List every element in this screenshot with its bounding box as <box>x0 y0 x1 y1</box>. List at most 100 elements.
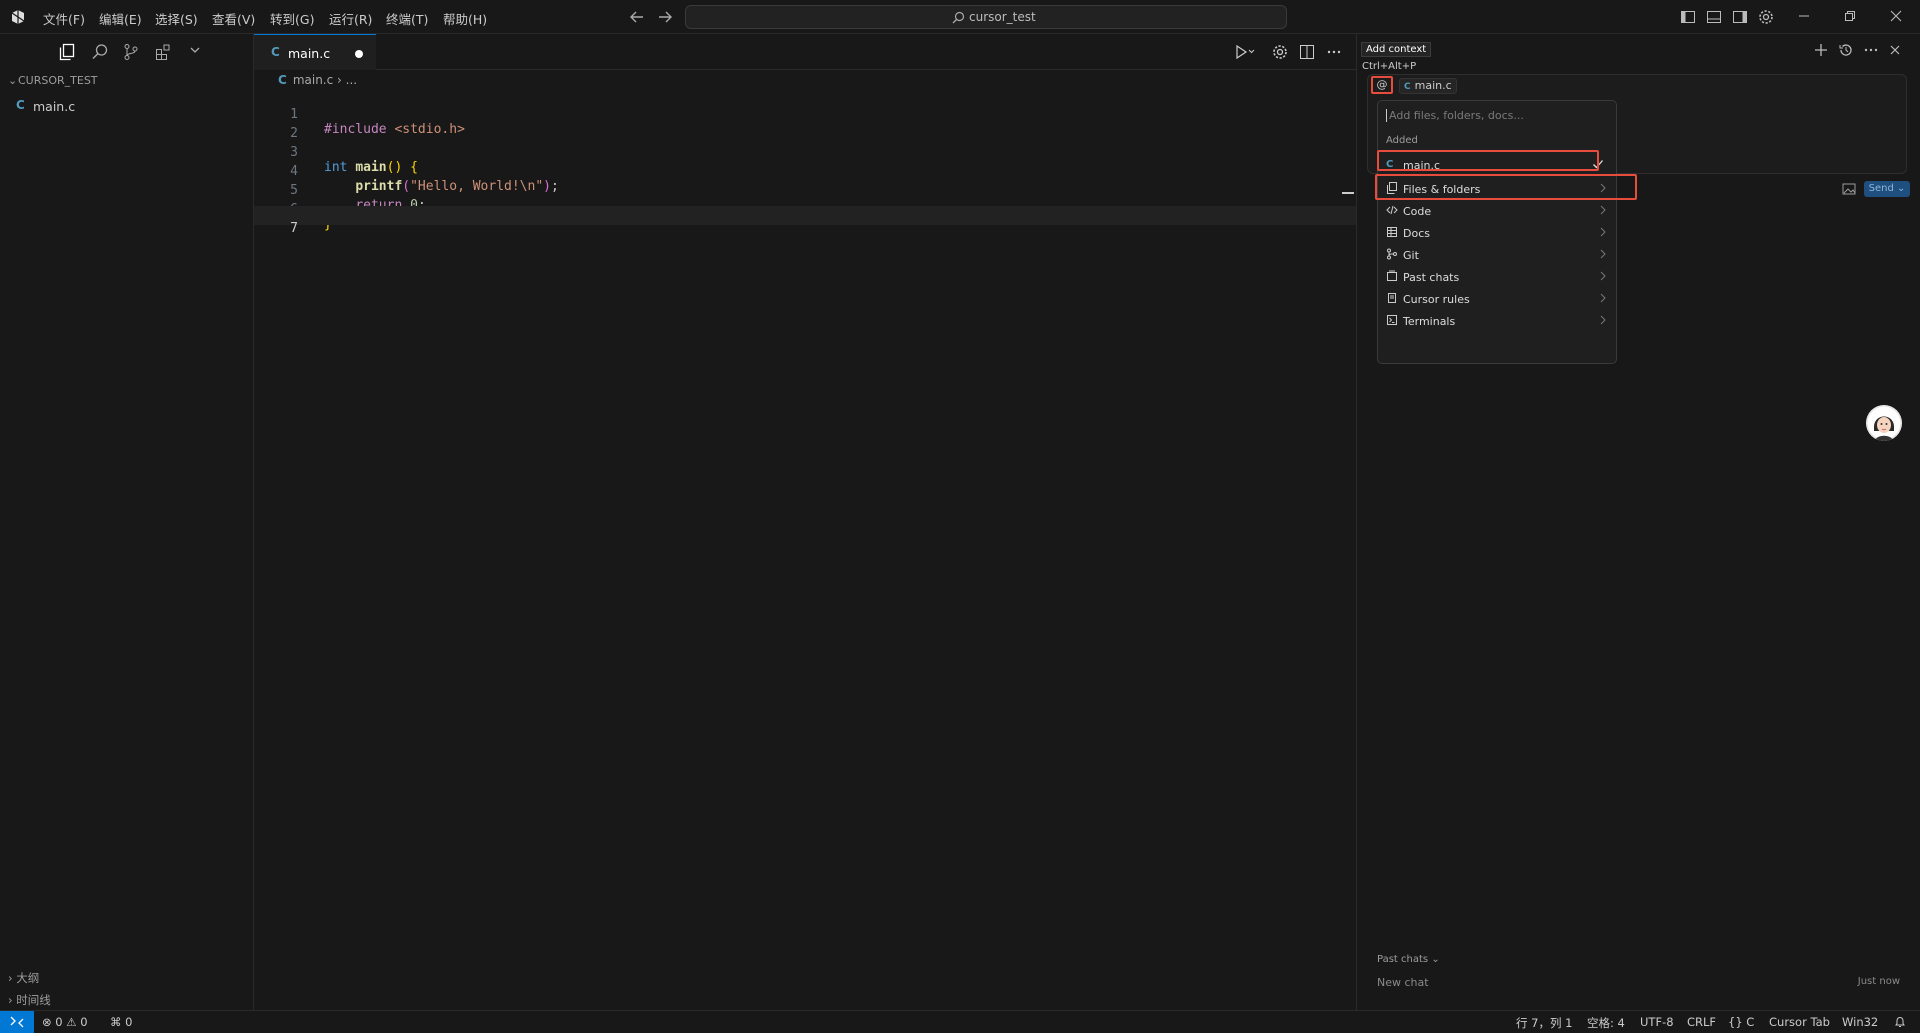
close-icon[interactable] <box>1887 42 1903 58</box>
git-icon <box>1386 248 1398 260</box>
menu-file[interactable]: 文件(F) <box>43 9 85 28</box>
split-editor-icon[interactable] <box>1299 44 1315 60</box>
menu-item-label: Git <box>1403 249 1419 262</box>
encoding[interactable]: UTF-8 <box>1640 1015 1674 1029</box>
menu-item-git[interactable]: Git <box>1378 244 1616 266</box>
add-context-button[interactable]: @ <box>1371 76 1393 94</box>
avatar[interactable] <box>1866 405 1902 441</box>
code-line[interactable]: 2 <box>254 111 1356 141</box>
menu-view[interactable]: 查看(V) <box>212 9 255 28</box>
cursor-logo-icon <box>10 9 26 25</box>
code-line[interactable]: 5 return 0; <box>254 168 1356 213</box>
code-line[interactable]: 3 int main() { <box>254 130 1356 175</box>
more-actions-icon[interactable] <box>1863 42 1879 58</box>
chevron-down-icon[interactable] <box>188 43 202 57</box>
ports-indicator[interactable]: ⌘ 0 <box>110 1015 132 1029</box>
forward-arrow-icon[interactable] <box>656 8 674 26</box>
command-center-search[interactable]: cursor_test <box>685 5 1287 29</box>
code-line[interactable]: 6 } <box>254 187 1356 232</box>
past-chat-item[interactable]: New chat <box>1377 976 1429 989</box>
outline-section[interactable]: › 大纲 <box>8 970 39 986</box>
cursor-position[interactable]: 行 7，列 1 <box>1516 1015 1572 1031</box>
new-chat-plus-icon[interactable] <box>1813 42 1829 58</box>
context-search-input[interactable]: Add files, folders, docs... <box>1386 109 1524 122</box>
explorer-folder-header[interactable]: ⌄CURSOR_TEST <box>8 74 98 87</box>
run-debug-icon[interactable] <box>1234 44 1256 60</box>
docs-icon <box>1386 226 1398 238</box>
breadcrumb[interactable]: Cmain.c › ... <box>278 73 357 87</box>
chevron-down-icon: ⌄ <box>1896 183 1906 194</box>
overview-ruler-marker <box>1342 192 1354 194</box>
close-window-icon[interactable] <box>1889 9 1903 23</box>
cursor-tab-indicator[interactable]: Cursor Tab <box>1769 1015 1830 1029</box>
file-name: main.c <box>33 99 76 114</box>
toggle-primary-sidebar-icon[interactable] <box>1680 9 1696 25</box>
indentation[interactable]: 空格: 4 <box>1587 1015 1625 1031</box>
breadcrumb-file[interactable]: main.c <box>293 73 333 87</box>
error-icon: ⊗ <box>42 1015 52 1029</box>
code-line[interactable]: 4 printf("Hello, World!\n"); <box>254 149 1356 194</box>
menu-item-docs[interactable]: Docs <box>1378 222 1616 244</box>
menu-item-cursor-rules[interactable]: Cursor rules <box>1378 288 1616 310</box>
notifications-bell-icon[interactable] <box>1894 1015 1906 1028</box>
send-button[interactable]: Send ⌄ <box>1864 181 1910 197</box>
unsaved-dot-icon[interactable] <box>355 50 363 58</box>
explorer-files-icon[interactable] <box>58 43 76 61</box>
past-chats-toggle[interactable]: Past chats ⌄ <box>1377 954 1440 965</box>
folder-name: CURSOR_TEST <box>18 74 98 87</box>
chevron-down-icon: ⌄ <box>1431 954 1440 965</box>
chevron-right-icon <box>1598 270 1608 282</box>
chevron-down-icon: ⌄ <box>8 74 18 87</box>
history-icon[interactable] <box>1838 42 1854 58</box>
platform[interactable]: Win32 <box>1842 1015 1878 1029</box>
settings-gear-icon[interactable] <box>1272 44 1288 60</box>
menu-help[interactable]: 帮助(H) <box>443 9 487 28</box>
menu-edit[interactable]: 编辑(E) <box>99 9 142 28</box>
extensions-icon[interactable] <box>154 43 172 61</box>
tab-main-c[interactable]: C main.c <box>254 34 376 70</box>
chevron-right-icon <box>1598 248 1608 260</box>
cursor-rules-icon <box>1386 292 1398 304</box>
c-file-icon: C <box>1404 82 1411 92</box>
restore-window-icon[interactable] <box>1843 9 1857 23</box>
chevron-right-icon: › <box>8 993 13 1007</box>
more-actions-icon[interactable] <box>1326 44 1342 60</box>
source-control-icon[interactable] <box>122 43 140 61</box>
language-mode[interactable]: {} C <box>1728 1015 1754 1029</box>
breadcrumb-symbol[interactable]: ... <box>346 73 357 87</box>
warning-count: 0 <box>80 1015 88 1029</box>
menu-go[interactable]: 转到(G) <box>270 9 314 28</box>
timeline-section[interactable]: › 时间线 <box>8 992 51 1008</box>
search-icon[interactable] <box>91 43 109 61</box>
image-icon[interactable] <box>1842 183 1856 195</box>
back-arrow-icon[interactable] <box>628 8 646 26</box>
minimize-icon[interactable] <box>1797 9 1811 23</box>
past-chats-label: Past chats <box>1377 954 1429 965</box>
send-label: Send <box>1868 183 1894 194</box>
menu-item-label: Terminals <box>1403 315 1456 328</box>
menu-item-code[interactable]: Code <box>1378 200 1616 222</box>
tooltip-title: Add context <box>1366 44 1427 55</box>
chevron-right-icon: › <box>8 971 13 985</box>
highlight-box-added <box>1377 150 1599 171</box>
menu-selection[interactable]: 选择(S) <box>155 9 198 28</box>
chevron-right-icon <box>1598 314 1608 326</box>
settings-gear-icon[interactable] <box>1758 9 1774 25</box>
menu-terminal[interactable]: 终端(T) <box>386 9 428 28</box>
language-label: C <box>1746 1015 1755 1029</box>
context-pill[interactable]: Cmain.c <box>1399 78 1457 94</box>
problems-indicator[interactable]: ⊗ 0 ⚠ 0 <box>42 1015 88 1029</box>
menu-run[interactable]: 运行(R) <box>329 9 372 28</box>
toggle-secondary-sidebar-icon[interactable] <box>1732 9 1748 25</box>
menu-item-past-chats[interactable]: Past chats <box>1378 266 1616 288</box>
tooltip-shortcut: Ctrl+Alt+P <box>1362 61 1417 72</box>
end-of-line[interactable]: CRLF <box>1687 1015 1716 1029</box>
code-editor[interactable]: 1 #include <stdio.h> 2 3 int main() { 4 … <box>254 92 1356 1010</box>
code-icon <box>1386 204 1398 216</box>
code-line[interactable]: 1 #include <stdio.h> <box>254 92 1356 137</box>
remote-indicator[interactable] <box>0 1011 34 1033</box>
code-line-current[interactable]: 7 <box>254 206 1356 236</box>
toggle-panel-icon[interactable] <box>1706 9 1722 25</box>
menu-item-terminals[interactable]: Terminals <box>1378 310 1616 332</box>
editor-tab-bar: C main.c <box>254 34 1356 70</box>
